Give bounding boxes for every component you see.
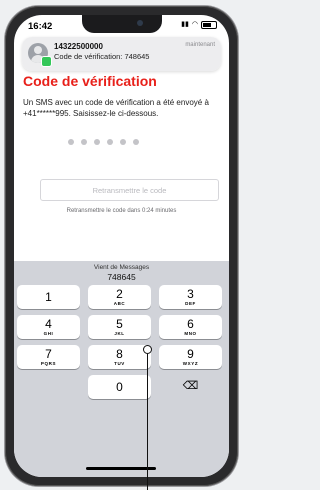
key-1[interactable]: 1 xyxy=(17,285,80,309)
code-digit-dot xyxy=(120,139,126,145)
touch-pointer-icon xyxy=(143,345,152,354)
key-3[interactable]: 3 DEF xyxy=(159,285,222,309)
phone-frame: 16:42 ▮▮ ◠ 14322500000 Code de vérificat… xyxy=(5,6,238,486)
backspace-icon: ⌫ xyxy=(182,380,199,392)
battery-icon xyxy=(201,21,217,29)
key-4[interactable]: 4 GHI xyxy=(17,315,80,339)
key-2[interactable]: 2 ABC xyxy=(88,285,151,309)
home-indicator[interactable] xyxy=(86,467,156,470)
status-time: 16:42 xyxy=(28,21,53,32)
resend-code-button[interactable]: Retransmettre le code xyxy=(40,179,219,201)
notification-sender: 14322500000 xyxy=(54,42,103,51)
code-input-dots[interactable] xyxy=(68,139,139,145)
notch xyxy=(82,15,162,33)
key-7[interactable]: 7 PQRS xyxy=(17,345,80,369)
code-digit-dot xyxy=(133,139,139,145)
code-digit-dot xyxy=(68,139,74,145)
signal-icon: ▮▮ xyxy=(181,21,189,28)
notification-time: maintenant xyxy=(185,42,215,48)
code-digit-dot xyxy=(107,139,113,145)
backspace-key[interactable]: ⌫ xyxy=(159,375,222,399)
suggestion-source: Vient de Messages xyxy=(93,264,150,271)
status-icons: ▮▮ ◠ xyxy=(181,21,217,29)
wifi-icon: ◠ xyxy=(191,21,198,28)
key-5[interactable]: 5 JKL xyxy=(88,315,151,339)
key-9[interactable]: 9 WXYZ xyxy=(159,345,222,369)
notification-message: Code de vérification: 748645 xyxy=(54,52,150,61)
numeric-keyboard: Vient de Messages 748645 1 2 ABC 3 DEF 4 GH… xyxy=(14,261,229,477)
key-0[interactable]: 0 xyxy=(88,375,151,399)
suggestion-code: 748645 xyxy=(107,272,136,282)
camera-icon xyxy=(137,20,143,26)
code-digit-dot xyxy=(81,139,87,145)
code-digit-dot xyxy=(94,139,100,145)
page-description: Un SMS avec un code de vérification a ét… xyxy=(23,98,209,118)
sms-notification[interactable]: 14322500000 Code de vérification: 748645… xyxy=(22,37,221,71)
resend-timer: Retransmettre le code dans 0:24 minutes xyxy=(66,208,177,214)
page-title: Code de vérification xyxy=(23,73,157,89)
touch-pointer-line xyxy=(147,354,148,490)
key-8[interactable]: 8 TUV xyxy=(88,345,151,369)
autofill-suggestion[interactable]: Vient de Messages 748645 xyxy=(14,264,229,282)
messages-app-icon xyxy=(41,56,52,67)
phone-screen: 16:42 ▮▮ ◠ 14322500000 Code de vérificat… xyxy=(14,15,229,477)
key-6[interactable]: 6 MNO xyxy=(159,315,222,339)
